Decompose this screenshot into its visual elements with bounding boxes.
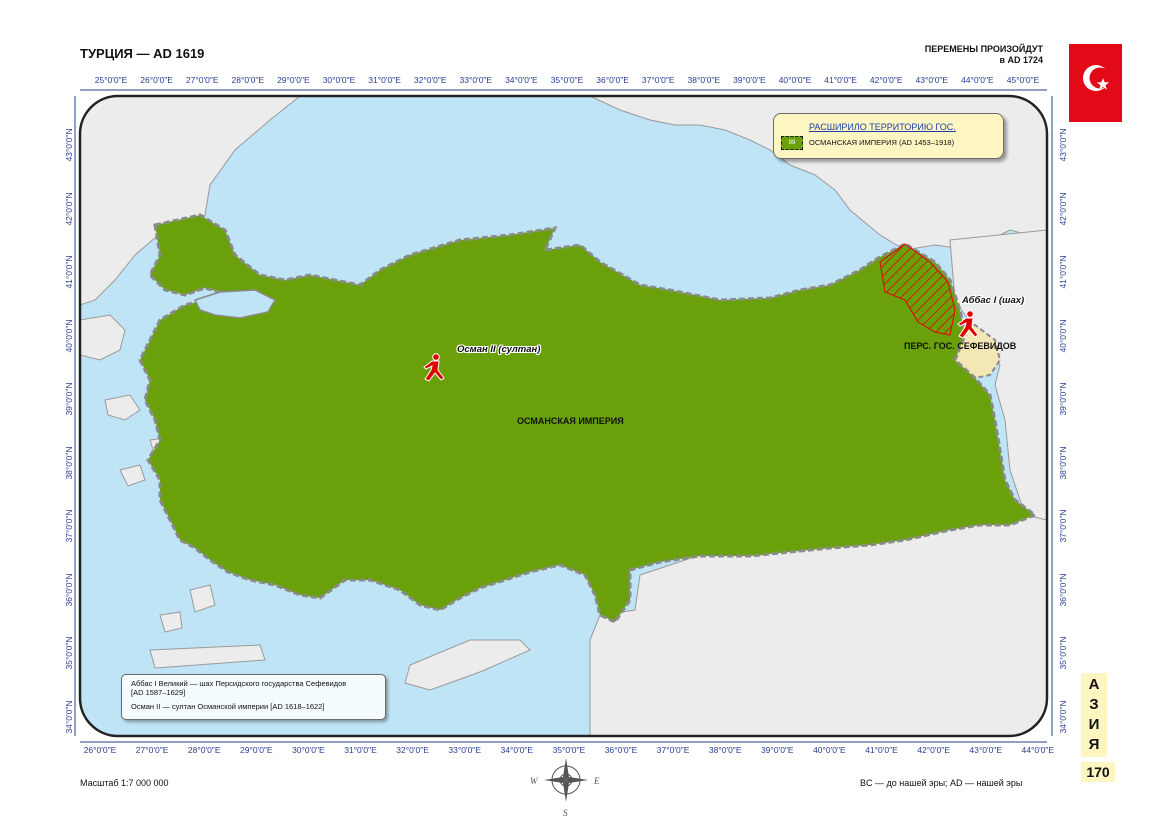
label-osman-ii: Осман II (султан) bbox=[457, 344, 541, 355]
asia-letter: З bbox=[1089, 696, 1099, 713]
note-abbas-text: Аббас I Великий — шах Персидского госуда… bbox=[131, 679, 347, 688]
asia-letter: И bbox=[1088, 716, 1100, 733]
legend-swatch: 99 bbox=[781, 136, 803, 150]
era-legend: BC — до нашей эры; AD — нашей эры bbox=[860, 778, 1023, 788]
legend: РАСШИРИЛО ТЕРРИТОРИЮ ГОС. 99 ОСМАНСКАЯ И… bbox=[773, 113, 1004, 159]
map-scale: Масштаб 1:7 000 000 bbox=[80, 778, 169, 788]
note-osman: Осман II — султан Османской империи [AD … bbox=[131, 702, 325, 711]
legend-item-ottoman: ОСМАНСКАЯ ИМПЕРИЯ (AD 1453–1918) bbox=[809, 138, 955, 147]
page-number: 170 bbox=[1081, 762, 1115, 782]
svg-text:S: S bbox=[563, 808, 568, 818]
legend-heading: РАСШИРИЛО ТЕРРИТОРИЮ ГОС. bbox=[809, 122, 956, 132]
label-abbas-i: Аббас I (шах) bbox=[962, 295, 1025, 306]
note-abbas: Аббас I Великий — шах Персидского госуда… bbox=[131, 679, 376, 697]
note-abbas-dates: [AD 1587–1629] bbox=[131, 688, 186, 697]
section-tab-asia: А З И Я bbox=[1081, 673, 1107, 757]
label-safavid-state: ПЕРС. ГОС. СЕФЕВИДОВ bbox=[904, 341, 1017, 351]
asia-letter: А bbox=[1088, 676, 1100, 693]
svg-text:E: E bbox=[593, 776, 600, 786]
rulers-note: Аббас I Великий — шах Персидского госуда… bbox=[121, 674, 386, 720]
svg-text:W: W bbox=[530, 776, 539, 786]
asia-letter: Я bbox=[1088, 736, 1100, 753]
label-ottoman-empire: ОСМАНСКАЯ ИМПЕРИЯ bbox=[517, 416, 624, 426]
compass-rose-icon: W E S bbox=[530, 758, 600, 818]
